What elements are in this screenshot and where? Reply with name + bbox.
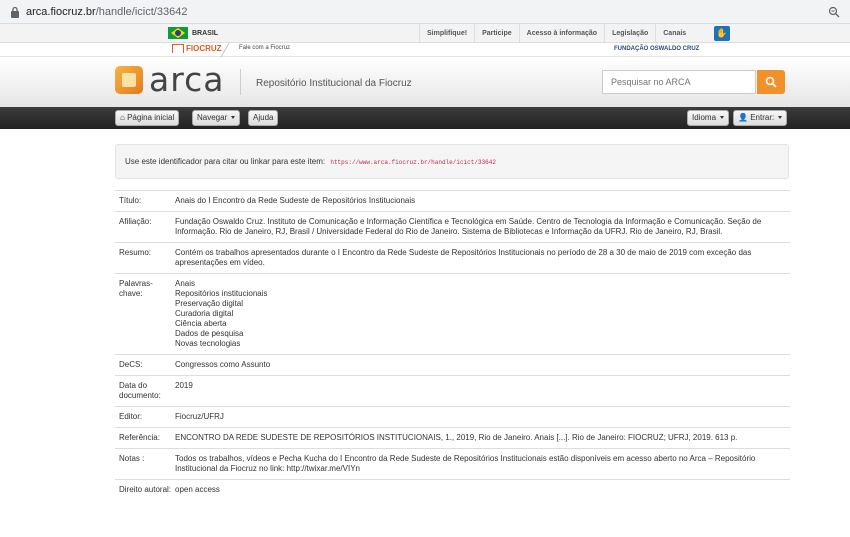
brasil-link[interactable]: BRASIL [168,27,218,39]
metadata-value-line: Curadoria digital [175,309,234,318]
navbar: ⌂ Página inicial Navegar Ajuda Idioma 👤 … [0,107,850,129]
login-label: Entrar: [750,113,775,122]
metadata-row: DeCS: Congressos como Assunto [115,354,790,375]
metadata-label: DeCS: [119,360,143,369]
fundacao-oswaldo-cruz-link[interactable]: FUNDAÇÃO OSWALDO CRUZ [614,46,699,52]
metadata-label: Resumo: [119,248,152,257]
chevron-down-icon [778,116,783,120]
lock-icon [11,6,19,18]
url-host: arca.fiocruz.br [26,5,96,18]
gov-bar: BRASIL Simplifique! Participe Acesso à i… [0,24,850,43]
search-input[interactable] [602,70,756,94]
gov-link-participe[interactable]: Participe [474,24,519,43]
metadata-value: Anais Repositórios institucionais Preserva… [175,279,786,349]
metadata-label: Notas : [119,454,145,463]
metadata-value: Congressos como Assunto [175,360,786,370]
metadata-value-line: ENCONTRO DA REDE SUDESTE DE REPOSITÓRIOS… [175,433,738,442]
metadata-row: Editor: Fiocruz/UFRJ [115,406,790,427]
repository-title: Repositório Institucional da Fiocruz [256,78,412,89]
chevron-down-icon [231,116,236,120]
chevron-down-icon [720,116,725,120]
metadata-label: Editor: [119,412,143,421]
metadata-value-line: Repositórios institucionais [175,289,268,298]
browser-address-bar[interactable]: arca.fiocruz.br/handle/icict/33642 [0,0,850,24]
fiocruz-logo-text: FIOCRUZ [186,44,222,53]
login-dropdown[interactable]: 👤 Entrar: [733,110,788,126]
gov-link-canais[interactable]: Canais [655,24,693,43]
fiocruz-logo-icon [172,44,184,53]
fale-com-fiocruz-link[interactable]: Fale com a Fiocruz [239,45,290,51]
arca-cube-icon [115,66,143,94]
zoom-icon[interactable] [828,6,840,18]
metadata-label: Palavras-chave: [119,279,153,298]
arca-logo[interactable]: arca [115,60,225,99]
metadata-value: Fundação Oswaldo Cruz. Instituto de Comu… [175,217,786,237]
identifier-box: Use este identificador para citar ou lin… [115,144,789,179]
metadata-value: ENCONTRO DA REDE SUDESTE DE REPOSITÓRIOS… [175,433,786,443]
metadata-value-line: Congressos como Assunto [175,360,271,369]
gov-links: Simplifique! Participe Acesso à informaç… [419,24,693,43]
arca-logo-text: arca [149,60,225,99]
metadata-value-line: Ciência aberta [175,319,227,328]
metadata-label: Título: [119,196,142,205]
metadata-label: Data do documento: [119,381,161,400]
browse-dropdown[interactable]: Navegar [192,110,241,126]
metadata-value-line: Todos os trabalhos, vídeos e Pecha Kucha… [175,454,756,473]
metadata-label: Direito autoral: [119,485,172,494]
home-label: Página inicial [127,113,175,122]
url-text[interactable]: arca.fiocruz.br/handle/icict/33642 [26,6,187,18]
metadata-value: Fiocruz/UFRJ [175,412,786,422]
metadata-row: Data do documento: 2019 [115,375,790,406]
user-icon: 👤 [738,113,748,122]
metadata-value: Todos os trabalhos, vídeos e Pecha Kucha… [175,454,786,474]
metadata-row: Resumo: Contém os trabalhos apresentados … [115,242,790,273]
metadata-value-line: Fiocruz/UFRJ [175,412,224,421]
browse-label: Navegar [197,113,228,122]
header-divider [240,69,241,95]
metadata-value-line: Dados de pesquisa [175,329,244,338]
gov-link-acesso-informacao[interactable]: Acesso à informação [518,24,604,43]
metadata-value: 2019 [175,381,786,401]
identifier-label: Use este identificador para citar ou lin… [125,157,326,166]
metadata-value-line: Anais [175,279,196,288]
metadata-value-line: open access [175,485,220,494]
metadata-value-line: Fundação Oswaldo Cruz. Instituto de Comu… [175,217,762,236]
metadata-row: Notas : Todos os trabalhos, vídeos e Pech… [115,448,790,479]
metadata-row: Palavras-chave: Anais Repositórios institu… [115,273,790,354]
site-header: arca Repositório Institucional da Fiocru… [0,57,850,107]
help-label: Ajuda [253,113,274,122]
gov-link-simplifique[interactable]: Simplifique! [419,24,474,43]
metadata-value: Contém os trabalhos apresentados durante… [175,248,786,268]
accessibility-icon[interactable]: ✋ [714,26,730,41]
metadata-row: Direito autoral: open access [115,479,790,500]
metadata-row: Título: Anais do I Encontro da Rede Sudes… [115,190,790,211]
brasil-label: BRASIL [192,29,219,37]
metadata-value-line: Anais do I Encontro da Rede Sudeste de R… [175,196,416,205]
metadata-value-line: Preservação digital [175,299,244,308]
metadata-row: Afiliação: Fundação Oswaldo Cruz. Institu… [115,211,790,242]
metadata-label: Afiliação: [119,217,152,226]
metadata-value: open access [175,485,786,495]
identifier-link[interactable]: https://www.arca.fiocruz.br/handle/icict… [330,159,496,166]
home-icon: ⌂ [120,113,125,122]
home-button[interactable]: ⌂ Página inicial [115,110,180,126]
brazil-flag-icon [168,27,188,39]
metadata-value-line: Novas tecnologias [175,339,241,348]
language-dropdown[interactable]: Idioma [687,110,730,126]
url-path: /handle/icict/33642 [95,5,188,18]
metadata-value-line: Contém os trabalhos apresentados durante… [175,248,752,267]
metadata-value: Anais do I Encontro da Rede Sudeste de R… [175,196,786,206]
metadata-label: Referência: [119,433,160,442]
metadata-table: Título: Anais do I Encontro da Rede Sudes… [115,190,790,500]
help-button[interactable]: Ajuda [248,110,279,126]
gov-link-legislacao[interactable]: Legislação [604,24,655,43]
metadata-value-line: 2019 [175,381,193,390]
fiocruz-bar: FIOCRUZ Fale com a Fiocruz FUNDAÇÃO OSWA… [0,43,850,59]
search-icon [765,76,777,88]
search-button[interactable] [757,70,785,94]
metadata-row: Referência: ENCONTRO DA REDE SUDESTE DE R… [115,427,790,448]
language-label: Idioma [692,113,717,122]
fiocruz-logo[interactable]: FIOCRUZ [172,44,222,53]
